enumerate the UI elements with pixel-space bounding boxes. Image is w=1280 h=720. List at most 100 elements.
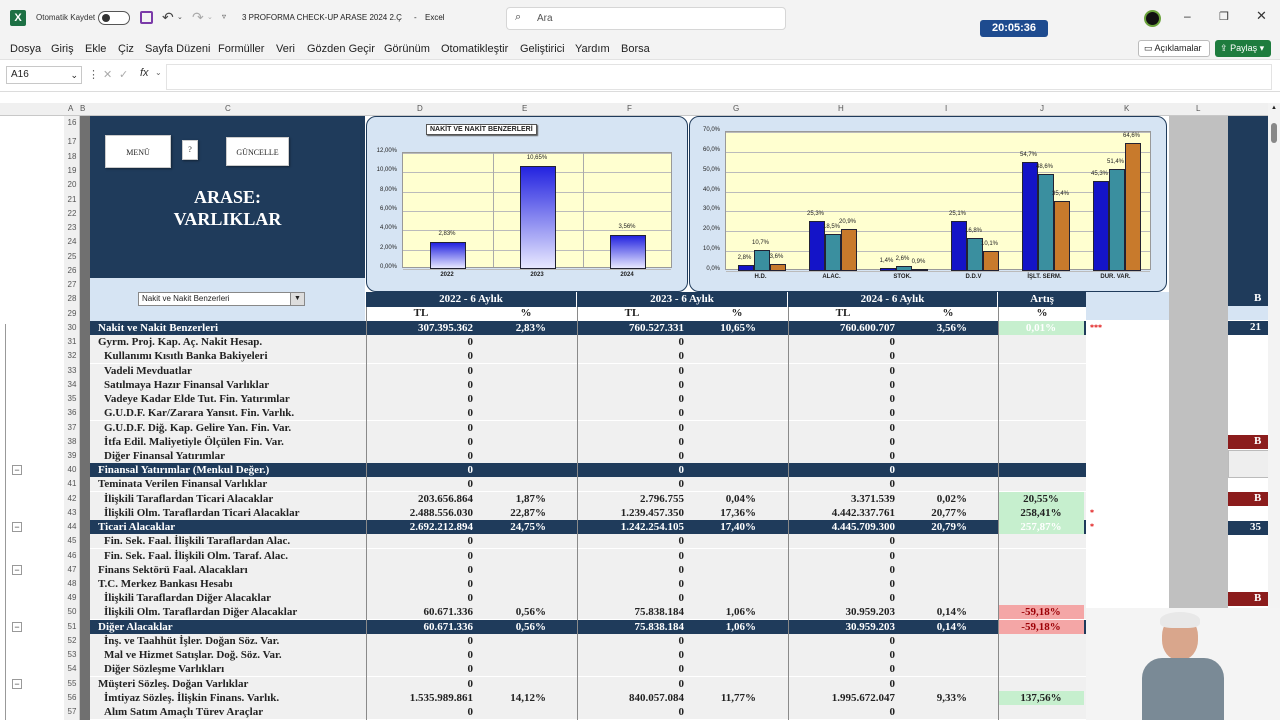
- cell-p24[interactable]: 20,79%: [897, 520, 967, 534]
- bar[interactable]: [1108, 168, 1125, 271]
- undo-dropdown-icon[interactable]: ⌄: [177, 13, 183, 21]
- bar[interactable]: [1053, 200, 1070, 271]
- cell-artis[interactable]: [998, 335, 1084, 350]
- cell-p24[interactable]: [897, 449, 967, 463]
- cell-p22[interactable]: 0,56%: [476, 605, 546, 619]
- table-row[interactable]: İlişkili Olm. Taraflardan Diğer Alacakla…: [90, 605, 1086, 620]
- cell-v22[interactable]: 0: [468, 677, 474, 691]
- row-number[interactable]: 47: [64, 565, 80, 574]
- row-number[interactable]: 40: [64, 465, 80, 474]
- menu-giris[interactable]: Giriş: [51, 43, 74, 55]
- cell-p24[interactable]: [897, 349, 967, 363]
- menu-ciz[interactable]: Çiz: [118, 43, 134, 55]
- cell-v22[interactable]: 0: [468, 463, 474, 477]
- row-number[interactable]: 22: [64, 209, 80, 218]
- cell-v22[interactable]: 0: [468, 392, 474, 406]
- cell-p22[interactable]: [476, 335, 546, 349]
- cell-p24[interactable]: [897, 335, 967, 349]
- menu-button[interactable]: MENÜ: [105, 135, 171, 168]
- cell-v23[interactable]: 0: [679, 449, 685, 463]
- col-header-k[interactable]: K: [1124, 104, 1129, 113]
- cell-artis[interactable]: [998, 463, 1084, 477]
- bar[interactable]: [911, 269, 928, 272]
- cell-label[interactable]: Satılmaya Hazır Finansal Varlıklar: [104, 378, 269, 392]
- cell-v22[interactable]: 0: [468, 662, 474, 676]
- col-header-i[interactable]: I: [945, 104, 947, 113]
- cell-artis[interactable]: [998, 434, 1084, 449]
- row-number[interactable]: 17: [64, 137, 80, 146]
- cell-p22[interactable]: [476, 421, 546, 435]
- col-header-f[interactable]: F: [627, 104, 632, 113]
- row-number[interactable]: 20: [64, 180, 80, 189]
- cell-p23[interactable]: [686, 435, 756, 449]
- cell-v22[interactable]: 0: [468, 435, 474, 449]
- cell-label[interactable]: Fin. Sek. Faal. İlişkili Olm. Taraf. Ala…: [104, 549, 288, 563]
- cell-artis[interactable]: 20,55%: [998, 491, 1084, 506]
- cell-v23[interactable]: 0: [679, 662, 685, 676]
- table-row[interactable]: Fin. Sek. Faal. İlişkili Taraflardan Ala…: [90, 534, 1086, 549]
- bar[interactable]: [1021, 162, 1038, 271]
- cell-p24[interactable]: [897, 662, 967, 676]
- quick-access-more-icon[interactable]: ▿: [222, 12, 226, 21]
- cell-label[interactable]: İlişkili Olm. Taraflardan Ticari Alacakl…: [104, 506, 299, 520]
- cell-p22[interactable]: [476, 563, 546, 577]
- table-row[interactable]: G.U.D.F. Kar/Zarara Yansıt. Fin. Varlık.…: [90, 406, 1086, 421]
- cell-v23[interactable]: 0: [679, 349, 685, 363]
- cell-p23[interactable]: 17,36%: [686, 506, 756, 520]
- menu-formuller[interactable]: Formüller: [218, 43, 264, 55]
- cell-p24[interactable]: [897, 549, 967, 563]
- cell-artis[interactable]: [998, 648, 1084, 663]
- cell-v24[interactable]: 0: [890, 449, 896, 463]
- col-header-j[interactable]: J: [1040, 104, 1044, 113]
- cell-p22[interactable]: [476, 378, 546, 392]
- bar[interactable]: [895, 265, 912, 271]
- table-row[interactable]: Alım Satım Amaçlı Türev Araçlar 0 0 0: [90, 704, 1086, 719]
- cell-p23[interactable]: [686, 463, 756, 477]
- cell-p23[interactable]: [686, 364, 756, 378]
- cell-p24[interactable]: 0,02%: [897, 492, 967, 506]
- menu-borsa[interactable]: Borsa: [621, 43, 650, 55]
- cell-v24[interactable]: 0: [890, 591, 896, 605]
- cell-p23[interactable]: [686, 534, 756, 548]
- cell-v22[interactable]: 0: [468, 549, 474, 563]
- outline-collapse-button[interactable]: −: [12, 622, 22, 632]
- cell-p22[interactable]: [476, 364, 546, 378]
- dropdown-arrow-icon[interactable]: ▼: [290, 293, 304, 305]
- row-number[interactable]: 21: [64, 195, 80, 204]
- cell-p23[interactable]: [686, 406, 756, 420]
- cell-v23[interactable]: 0: [679, 534, 685, 548]
- restore-icon[interactable]: ❐: [1219, 10, 1229, 23]
- cell-p22[interactable]: [476, 591, 546, 605]
- cell-artis[interactable]: [998, 377, 1084, 392]
- menu-veri[interactable]: Veri: [276, 43, 295, 55]
- table-row[interactable]: Müşteri Sözleş. Doğan Varlıklar 0 0 0: [90, 676, 1086, 691]
- row-number[interactable]: 35: [64, 394, 80, 403]
- row-number[interactable]: 37: [64, 423, 80, 432]
- undo-icon[interactable]: ↶: [162, 9, 174, 26]
- table-row[interactable]: İlişkili Taraflardan Diğer Alacaklar 0 0 0: [90, 591, 1086, 606]
- cell-p24[interactable]: [897, 634, 967, 648]
- cell-label[interactable]: Gyrm. Proj. Kap. Aç. Nakit Hesap.: [98, 335, 262, 349]
- cell-artis[interactable]: 258,41%: [998, 505, 1084, 520]
- cell-v23[interactable]: 0: [679, 648, 685, 662]
- cell-p22[interactable]: 1,87%: [476, 492, 546, 506]
- cell-v23[interactable]: 75.838.184: [635, 620, 685, 634]
- cell-v24[interactable]: 0: [890, 421, 896, 435]
- row-number[interactable]: 27: [64, 280, 80, 289]
- cell-label[interactable]: Ticari Alacaklar: [98, 520, 175, 534]
- more-options-icon[interactable]: ⋮: [88, 68, 99, 81]
- cell-p22[interactable]: [476, 549, 546, 563]
- row-number[interactable]: 51: [64, 622, 80, 631]
- table-total-row[interactable]: Ticari Alacaklar 2.692.212.894 24,75% 1.242…: [90, 520, 1094, 535]
- cell-v24[interactable]: 0: [890, 634, 896, 648]
- cell-v24[interactable]: 0: [890, 648, 896, 662]
- row-number[interactable]: 56: [64, 693, 80, 702]
- cell-artis[interactable]: -59,18%: [998, 605, 1084, 620]
- cell-p22[interactable]: [476, 435, 546, 449]
- share-button[interactable]: ⇪ Paylaş ▾: [1215, 40, 1271, 57]
- row-number[interactable]: 42: [64, 494, 80, 503]
- cell-v24[interactable]: 0: [890, 705, 896, 719]
- outline-collapse-button[interactable]: −: [12, 522, 22, 532]
- cell-label[interactable]: Finansal Yatırımlar (Menkul Değer.): [98, 463, 269, 477]
- cell-p24[interactable]: [897, 435, 967, 449]
